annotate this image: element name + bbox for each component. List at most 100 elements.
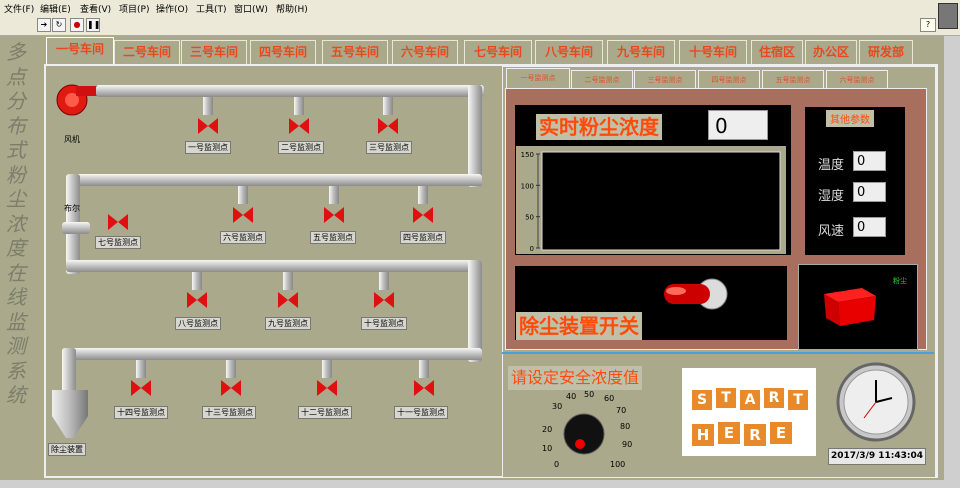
dust-switch-toggle[interactable] [660,276,730,312]
valve-stem [203,97,213,115]
knob-tick-80: 80 [620,422,631,431]
tab-workshop-1[interactable]: 一号车间 [46,37,114,65]
valve-stem [379,272,389,290]
abort-icon[interactable]: ● [70,18,84,32]
clock-icon [836,362,916,442]
tab-workshop-10[interactable]: 十号车间 [679,40,747,64]
valve-11-icon[interactable] [414,378,434,398]
tab-workshop-6[interactable]: 六号车间 [392,40,458,64]
valve-12-icon[interactable] [317,378,337,398]
subtab-point-5[interactable]: 五号监测点 [762,70,824,89]
safe-title: 请设定安全浓度值 [508,366,643,390]
subtab-point-1[interactable]: 一号监测点 [506,68,570,89]
y-tick-label: 100 [521,182,534,190]
cube-s: S [692,390,712,410]
params-title: 其他参数 [826,110,874,127]
side-title: 多点分布式粉尘浓度在线监测系统 [6,40,26,407]
tab-workshop-4[interactable]: 四号车间 [250,40,316,64]
tab-workshop-5[interactable]: 五号车间 [322,40,388,64]
knob-tick-70: 70 [616,406,627,415]
point-5-label: 五号监测点 [310,231,356,244]
menu-view[interactable]: 查看(V) [80,2,111,15]
y-tick-label: 0 [530,245,534,253]
pipe-branch [62,222,90,234]
pipe-row-1 [96,85,484,97]
valve-stem [329,186,339,204]
run-arrow-icon[interactable]: ➔ [37,18,51,32]
wind-value: 0 [853,217,886,237]
knob-tick-100: 100 [610,460,626,469]
valve-7-icon[interactable] [108,212,128,232]
valve-6-icon[interactable] [233,205,253,225]
toolbar: ➔ ↻ ● ❚❚ ? [0,3,960,36]
point-9-label: 九号监测点 [265,317,311,330]
menu-help[interactable]: 帮助(H) [276,2,308,15]
point-4-label: 四号监测点 [400,231,446,244]
knob-tick-50: 50 [584,390,595,399]
device-box-icon [824,288,876,326]
menu-project[interactable]: 项目(P) [119,2,149,15]
tab-workshop-3[interactable]: 三号车间 [181,40,247,64]
cube-t2: T [788,390,808,410]
cube-h: H [692,424,714,446]
scroll-strip [944,36,960,488]
cube-r: R [764,388,784,408]
dust-device-label: 除尘装置 [48,443,86,456]
vi-icon [938,3,958,29]
valve-4-icon[interactable] [413,205,433,225]
y-tick-label: 150 [521,151,534,159]
valve-stem [226,360,236,378]
knob-tick-90: 90 [622,440,633,449]
tab-rnd[interactable]: 研发部 [859,40,913,64]
menu-window[interactable]: 窗口(W) [234,2,268,15]
tab-office[interactable]: 办公区 [805,40,857,64]
realtime-value: 0 [708,110,768,140]
valve-stem [192,272,202,290]
valve-stem [322,360,332,378]
temp-value: 0 [853,151,886,171]
menu-operate[interactable]: 操作(O) [156,2,188,15]
valve-2-icon[interactable] [289,116,309,136]
fan-icon [56,84,98,116]
bottom-strip [0,480,944,488]
valve-5-icon[interactable] [324,205,344,225]
pause-icon[interactable]: ❚❚ [86,18,100,32]
tab-workshop-2[interactable]: 二号车间 [114,40,180,64]
valve-10-icon[interactable] [374,290,394,310]
tab-workshop-9[interactable]: 九号车间 [607,40,675,64]
valve-stem [136,360,146,378]
valve-stem [283,272,293,290]
switch-label: 除尘装置开关 [516,312,642,340]
point-13-label: 十三号监测点 [202,406,256,419]
point-2-label: 二号监测点 [278,141,324,154]
menu-tools[interactable]: 工具(T) [196,2,227,15]
menu-file[interactable]: 文件(F) [4,2,34,15]
subtab-point-6[interactable]: 六号监测点 [826,70,888,89]
menu-edit[interactable]: 编辑(E) [40,2,71,15]
fan-label: 风机 [64,135,80,144]
subtab-point-2[interactable]: 二号监测点 [571,70,633,89]
valve-13-icon[interactable] [221,378,241,398]
knob-tick-40: 40 [566,392,577,401]
point-14-label: 十四号监测点 [114,406,168,419]
subtab-point-3[interactable]: 三号监测点 [634,70,696,89]
cube-e: E [718,422,740,444]
concentration-chart: 150 100 50 0 [516,146,786,254]
run-continuous-icon[interactable]: ↻ [52,18,66,32]
cube-e2: E [770,422,792,444]
cube-a: A [740,390,760,410]
tab-workshop-8[interactable]: 八号车间 [535,40,603,64]
tab-workshop-7[interactable]: 七号车间 [464,40,532,64]
point-12-label: 十二号监测点 [298,406,352,419]
valve-1-icon[interactable] [198,116,218,136]
subtab-point-4[interactable]: 四号监测点 [698,70,760,89]
tab-dormitory[interactable]: 住宿区 [751,40,803,64]
valve-14-icon[interactable] [131,378,151,398]
help-icon[interactable]: ? [920,18,936,32]
valve-3-icon[interactable] [378,116,398,136]
pipe-row-2 [68,174,482,186]
valve-8-icon[interactable] [187,290,207,310]
point-10-label: 十号监测点 [361,317,407,330]
valve-9-icon[interactable] [278,290,298,310]
knob-tick-10: 10 [542,444,553,453]
